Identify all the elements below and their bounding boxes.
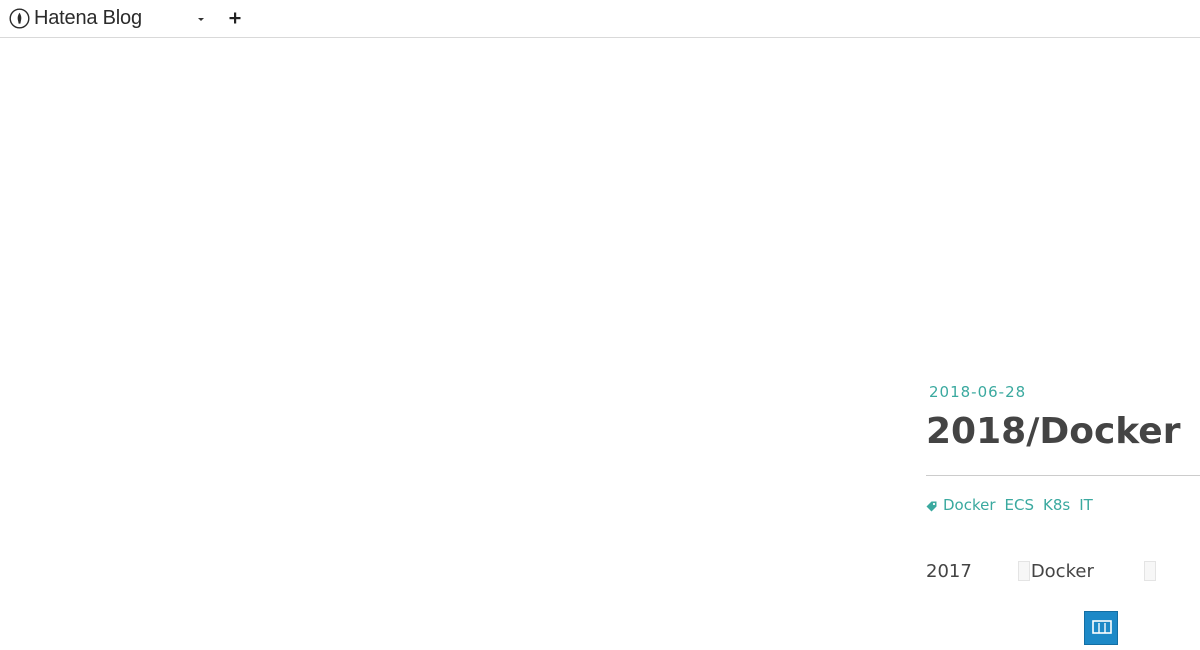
entry-title[interactable]: 2018/Docker	[926, 410, 1200, 454]
docker-logo-image	[1084, 611, 1118, 645]
plus-icon	[229, 12, 241, 24]
category-tag-docker[interactable]: Docker	[943, 495, 996, 515]
category-tag-ecs[interactable]: ECS	[1005, 495, 1034, 515]
title-divider	[926, 475, 1200, 476]
category-tag-k8s[interactable]: K8s	[1043, 495, 1070, 515]
body-year-text: 2017	[926, 560, 972, 582]
blog-menu-dropdown[interactable]	[193, 11, 209, 27]
category-tag-it[interactable]: IT	[1079, 495, 1093, 515]
body-docker-text: Docker	[1030, 560, 1094, 582]
tag-icon	[926, 501, 937, 511]
entry-date-link[interactable]: 2018-06-28	[929, 380, 1200, 404]
entry-categories: Docker ECS K8s IT	[926, 495, 1200, 515]
hatena-logo-icon	[9, 8, 30, 29]
new-post-button[interactable]	[226, 9, 244, 27]
hatena-blog-logo-link[interactable]: Hatena Blog	[9, 6, 142, 31]
blog-entry: 2018-06-28 2018/Docker Docker ECS K8s IT…	[926, 380, 1200, 583]
entry-body-first-line: 2017 Docker	[926, 559, 1200, 583]
docker-image	[1092, 620, 1112, 634]
missing-glyph	[1143, 561, 1156, 581]
brand-name: Hatena Blog	[34, 7, 142, 29]
caret-down-icon	[198, 17, 204, 21]
top-navigation-bar: Hatena Blog	[0, 0, 1200, 38]
missing-glyph	[1017, 561, 1030, 581]
